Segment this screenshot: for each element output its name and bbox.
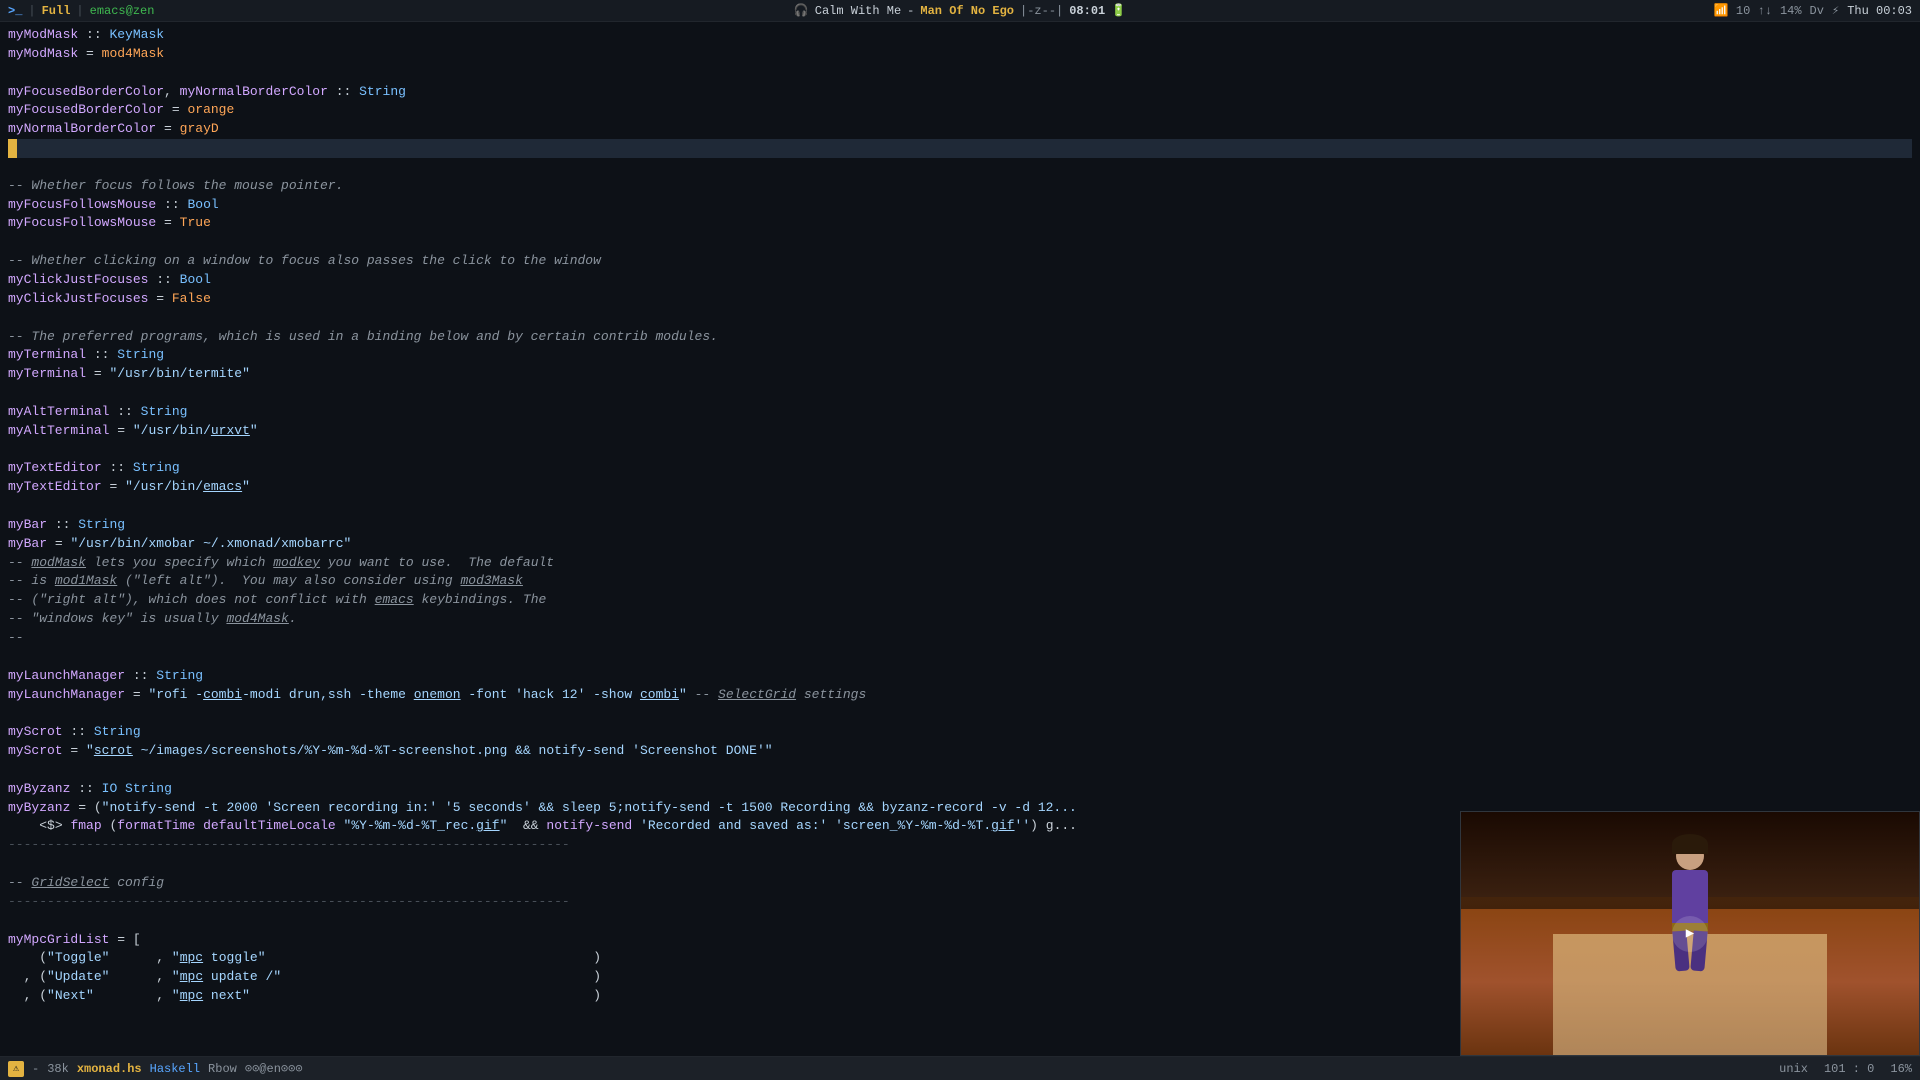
scroll-percent: 16%	[1890, 1062, 1912, 1076]
filetype: Haskell	[150, 1062, 200, 1076]
mode-encoding: Rbow	[208, 1062, 237, 1076]
status-indicator: ⚠	[8, 1061, 24, 1077]
zid-label: |-z--|	[1020, 4, 1063, 18]
time-label: 08:01	[1069, 4, 1105, 18]
song-title: Man Of No Ego	[920, 4, 1014, 18]
dev-label: Dv	[1810, 4, 1824, 18]
battery-label: 🔋	[1111, 3, 1126, 18]
song-separator: -	[907, 4, 914, 18]
music-icon: 🎧	[794, 3, 809, 18]
file-size: -	[32, 1062, 39, 1076]
cursor-position: 101 : 0	[1824, 1062, 1874, 1076]
separator1: |	[28, 4, 35, 18]
song-calm: Calm With Me	[815, 4, 901, 18]
mode-label: Full	[42, 4, 71, 18]
prompt-icon: >_	[8, 4, 22, 18]
video-content: ▶	[1461, 812, 1919, 1055]
battery-pct: 14%	[1780, 4, 1802, 18]
video-overlay[interactable]: ▶	[1460, 811, 1920, 1056]
topbar: >_ | Full | emacs@zen 🎧 Calm With Me - M…	[0, 0, 1920, 22]
topbar-left: >_ | Full | emacs@zen	[8, 4, 154, 18]
date-label: Thu 00:03	[1847, 4, 1912, 18]
filename: xmonad.hs	[77, 1062, 142, 1076]
statusbar: ⚠ - 38k xmonad.hs Haskell Rbow ⊙⊙@en⊙⊙⊙ …	[0, 1056, 1920, 1080]
charge-icon: ⚡	[1832, 3, 1839, 18]
main-area: myModMask :: KeyMask myModMask = mod4Mas…	[0, 22, 1920, 1056]
encoding-circles: ⊙⊙@en⊙⊙⊙	[245, 1061, 303, 1076]
statusbar-right: unix 101 : 0 16%	[1779, 1062, 1912, 1076]
video-figure	[1650, 842, 1730, 982]
topbar-right: 📶 10 ↑↓ 14% Dv ⚡ Thu 00:03	[1714, 3, 1912, 18]
video-play-button[interactable]: ▶	[1672, 916, 1708, 952]
file-format: unix	[1779, 1062, 1808, 1076]
file-size-val: 38k	[47, 1062, 69, 1076]
separator2: |	[76, 4, 83, 18]
topbar-center: 🎧 Calm With Me - Man Of No Ego |-z--| 08…	[794, 3, 1126, 18]
wifi-label: 📶 10 ↑↓	[1714, 3, 1772, 18]
host-label: emacs@zen	[90, 4, 155, 18]
